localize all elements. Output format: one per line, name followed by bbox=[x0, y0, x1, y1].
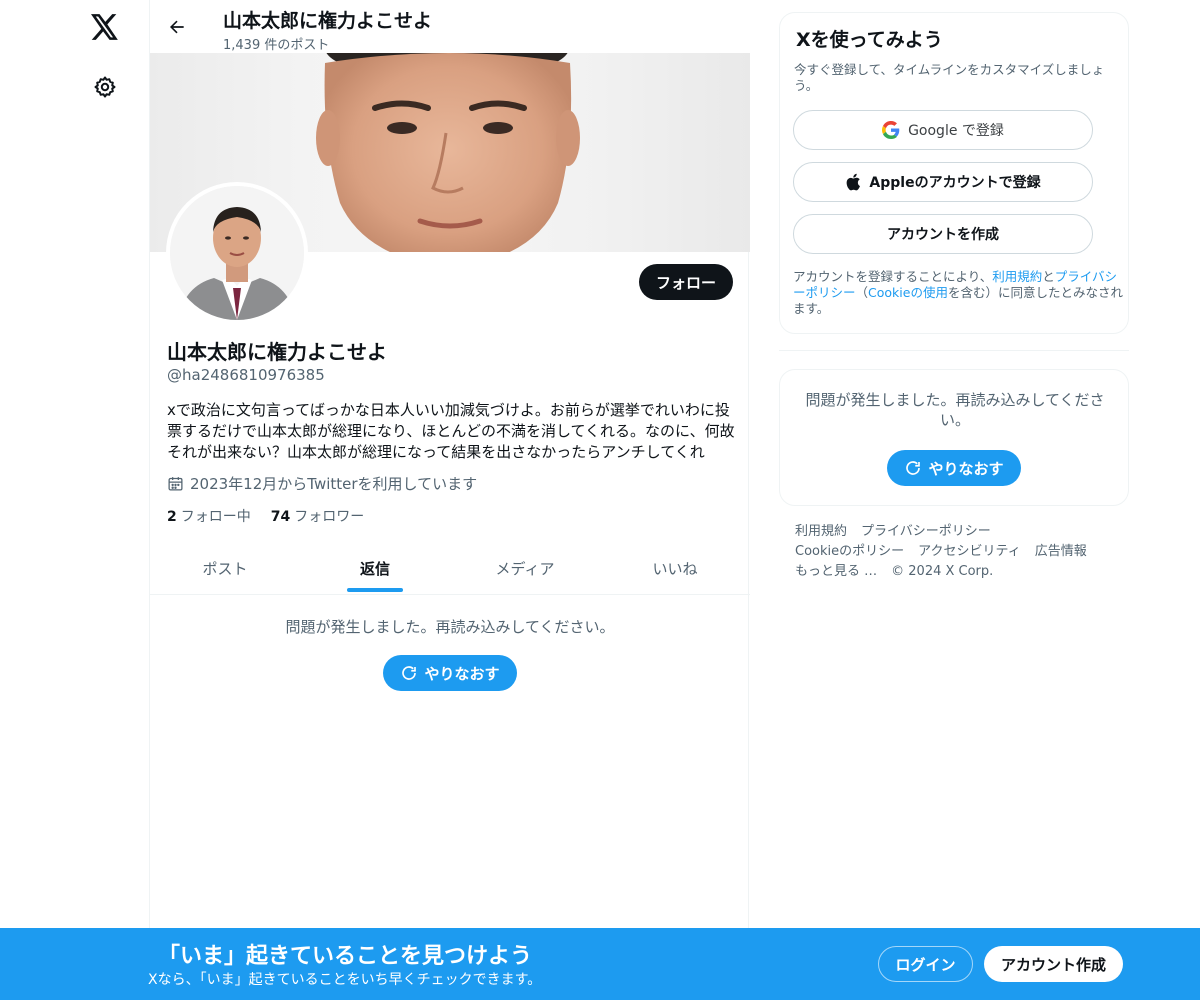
tab-likes[interactable]: いいね bbox=[600, 543, 750, 594]
refresh-icon bbox=[402, 666, 417, 680]
tab-media[interactable]: メディア bbox=[450, 543, 600, 594]
avatar[interactable] bbox=[166, 182, 308, 324]
page-title: 山本太郎に権力よこせよ bbox=[223, 10, 433, 32]
apple-signup-label: Appleのアカウントで登録 bbox=[869, 175, 1041, 191]
joined-date: 2023年12月からTwitterを利用しています bbox=[167, 473, 477, 494]
profile-tabs: ポスト 返信 メディア いいね bbox=[150, 543, 750, 595]
feed-error-message: 問題が発生しました。再読み込みしてください。 bbox=[285, 618, 615, 636]
footer-link-accessibility[interactable]: アクセシビリティ bbox=[918, 544, 1021, 559]
following-count: 2 bbox=[167, 509, 177, 525]
following-label: フォロー中 bbox=[180, 509, 251, 525]
profile-handle: @ha2486810976385 bbox=[167, 366, 325, 384]
post-count: 1,439 件のポスト bbox=[223, 38, 330, 53]
footer-copyright: © 2024 X Corp. bbox=[891, 564, 994, 579]
signup-description: 今すぐ登録して、タイムラインをカスタマイズしましょう。 bbox=[794, 62, 1105, 93]
followers-link[interactable]: 74 フォロワー bbox=[271, 506, 364, 526]
legal-prefix: アカウントを登録することにより、 bbox=[793, 269, 993, 284]
signup-title: Xを使ってみよう bbox=[796, 29, 943, 51]
profile-name: 山本太郎に権力よこせよ bbox=[167, 340, 387, 364]
refresh-icon bbox=[906, 461, 921, 475]
google-g-icon bbox=[882, 121, 900, 139]
sidebar-retry-label: やりなおす bbox=[928, 459, 1004, 478]
main-column: 山本太郎に権力よこせよ 1,439 件のポスト フォロー 山本太郎に権力よこせよ… bbox=[149, 0, 750, 1000]
bottom-bar-headline: 「いま」起きていることを見つけよう bbox=[158, 944, 533, 969]
signup-card: Xを使ってみよう 今すぐ登録して、タイムラインをカスタマイズしましょう。 Goo… bbox=[779, 12, 1129, 334]
google-signup-label: Google で登録 bbox=[908, 123, 1004, 139]
sidebar-footer: 利用規約 プライバシーポリシー Cookieのポリシー アクセシビリティ 広告情報 も… bbox=[795, 522, 1115, 582]
footer-link-privacy[interactable]: プライバシーポリシー bbox=[861, 524, 991, 539]
google-signup-button[interactable]: Google で登録 bbox=[793, 110, 1093, 150]
profile-bio: xで政治に文句言ってばっかな日本人いい加減気づけよ。お前らが選挙でれいわに投票す… bbox=[167, 401, 735, 461]
sidebar-divider bbox=[779, 350, 1129, 351]
retry-label: やりなおす bbox=[424, 664, 500, 683]
apple-signup-button[interactable]: Appleのアカウントで登録 bbox=[793, 162, 1093, 202]
login-button[interactable]: ログイン bbox=[878, 946, 973, 982]
calendar-icon bbox=[168, 477, 183, 491]
footer-link-more[interactable]: もっと見る … bbox=[795, 564, 877, 579]
terms-link[interactable]: 利用規約 bbox=[992, 269, 1042, 284]
create-account-button[interactable]: アカウントを作成 bbox=[793, 214, 1093, 254]
bottom-signup-bar: 「いま」起きていることを見つけよう Xなら、「いま」起きていることをいち早くチェ… bbox=[0, 928, 1200, 1000]
sidebar-error-message: 問題が発生しました。再読み込みしてください。 bbox=[805, 391, 1105, 429]
left-nav bbox=[0, 0, 150, 1000]
follow-stats: 2 フォロー中 74 フォロワー bbox=[167, 506, 364, 526]
bottom-bar-subtext: Xなら、「いま」起きていることをいち早くチェックできます。 bbox=[148, 972, 542, 988]
arrow-left-icon bbox=[170, 20, 184, 34]
profile-header-bar: 山本太郎に権力よこせよ 1,439 件のポスト bbox=[150, 0, 750, 53]
following-link[interactable]: 2 フォロー中 bbox=[167, 506, 251, 526]
followers-count: 74 bbox=[270, 509, 291, 525]
sidebar-error-card: 問題が発生しました。再読み込みしてください。 やりなおす bbox=[779, 369, 1129, 506]
apple-icon bbox=[847, 173, 861, 191]
footer-link-terms[interactable]: 利用規約 bbox=[795, 524, 847, 539]
gear-icon[interactable] bbox=[84, 66, 126, 108]
app-root: 山本太郎に権力よこせよ 1,439 件のポスト フォロー 山本太郎に権力よこせよ… bbox=[0, 0, 1200, 1000]
footer-link-cookie[interactable]: Cookieのポリシー bbox=[795, 544, 904, 559]
tab-posts[interactable]: ポスト bbox=[150, 543, 300, 594]
sidebar-retry-button[interactable]: やりなおす bbox=[887, 450, 1021, 486]
follow-button[interactable]: フォロー bbox=[639, 264, 733, 300]
x-logo-icon[interactable] bbox=[84, 6, 126, 48]
footer-link-ads[interactable]: 広告情報 bbox=[1035, 544, 1087, 559]
joined-text: 2023年12月からTwitterを利用しています bbox=[190, 475, 478, 493]
retry-button[interactable]: やりなおす bbox=[383, 655, 517, 691]
tab-replies[interactable]: 返信 bbox=[300, 543, 450, 594]
followers-label: フォロワー bbox=[294, 509, 365, 525]
legal-open: （ bbox=[855, 285, 869, 300]
legal-and: と bbox=[1042, 269, 1055, 284]
bottom-create-account-button[interactable]: アカウント作成 bbox=[984, 946, 1123, 982]
back-button[interactable] bbox=[162, 12, 192, 42]
cookie-link[interactable]: Cookieの使用 bbox=[868, 285, 948, 300]
signup-legal-text: アカウントを登録することにより、利用規約とプライバシーポリシー（Cookieの使… bbox=[793, 269, 1123, 317]
